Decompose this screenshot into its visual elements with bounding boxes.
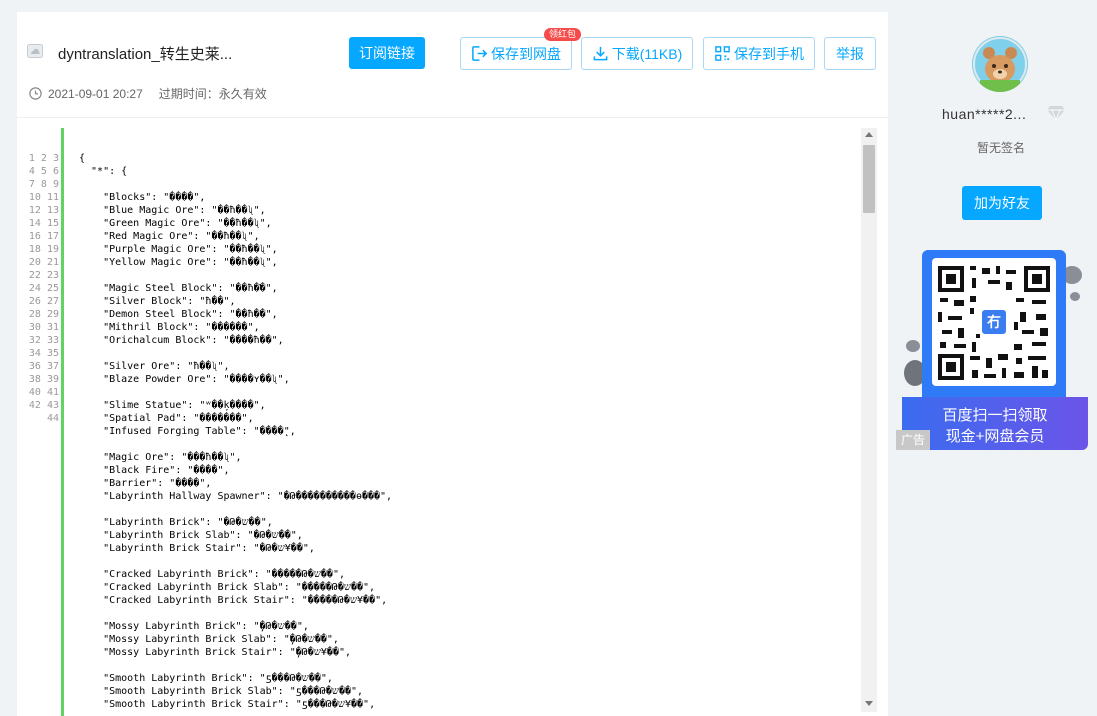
expire-time: 过期时间：永久有效 <box>158 87 267 101</box>
subscribe-button[interactable]: 订阅链接 <box>349 37 425 69</box>
line-gutter: 1 2 3 4 5 6 7 8 9 10 11 12 13 14 15 16 1… <box>17 128 64 716</box>
share-panel: dyntranslation_转生史莱... 订阅链接 保存到网盘 领红包 下载… <box>17 12 888 716</box>
scroll-up-arrow-icon[interactable] <box>865 132 873 137</box>
line-numbers: 1 2 3 4 5 6 7 8 9 10 11 12 13 14 15 16 1… <box>28 153 59 424</box>
file-meta: 2021-09-01 20:27 过期时间：永久有效 <box>29 85 267 102</box>
scroll-down-arrow-icon[interactable] <box>865 701 873 706</box>
ad-banner[interactable]: 冇 百度扫一扫领取 现金+网盘会员 广告 <box>896 250 1088 450</box>
download-label: 下载(11KB) <box>611 45 683 62</box>
code-content: { "*": { "Blocks": "����", "Blue Magic O… <box>79 153 393 710</box>
file-header: dyntranslation_转生史莱... 订阅链接 保存到网盘 领红包 下载… <box>17 12 888 118</box>
ad-line1: 百度扫一扫领取 <box>942 407 1048 424</box>
baidu-netdisk-logo-icon: 冇 <box>979 307 1009 337</box>
save-to-phone-button[interactable]: 保存到手机 <box>703 37 815 70</box>
add-friend-button[interactable]: 加为好友 <box>962 186 1042 220</box>
file-name: dyntranslation_转生史莱... <box>58 46 233 63</box>
user-signature: 暂无签名 <box>977 141 1026 155</box>
qrcode[interactable]: 冇 <box>932 258 1056 386</box>
scroll-thumb[interactable] <box>863 145 875 213</box>
decor-pebble <box>906 340 920 352</box>
avatar[interactable] <box>972 36 1028 92</box>
share-date: 2021-09-01 20:27 <box>48 86 143 101</box>
bear-avatar-icon <box>972 36 1028 92</box>
download-icon <box>593 46 608 61</box>
cloud-file-icon <box>27 44 43 58</box>
ad-qr-frame: 冇 <box>922 250 1066 397</box>
save-to-netdisk-label: 保存到网盘 <box>491 45 561 62</box>
ad-label: 广告 <box>896 430 930 450</box>
code-viewer[interactable]: 1 2 3 4 5 6 7 8 9 10 11 12 13 14 15 16 1… <box>17 128 888 716</box>
decor-pebble <box>1070 292 1080 301</box>
qrcode-icon <box>715 46 730 61</box>
username: huan*****2... <box>942 106 1027 122</box>
report-label: 举报 <box>836 45 864 62</box>
save-to-netdisk-button[interactable]: 保存到网盘 <box>460 37 572 70</box>
save-to-phone-label: 保存到手机 <box>734 45 804 62</box>
report-button[interactable]: 举报 <box>824 37 876 70</box>
diamond-icon <box>1047 106 1065 122</box>
save-export-icon <box>472 46 488 61</box>
clock-icon <box>29 87 42 100</box>
download-button[interactable]: 下载(11KB) <box>581 37 693 70</box>
red-packet-badge: 领红包 <box>544 28 582 41</box>
code-scrollbar[interactable] <box>861 128 877 712</box>
